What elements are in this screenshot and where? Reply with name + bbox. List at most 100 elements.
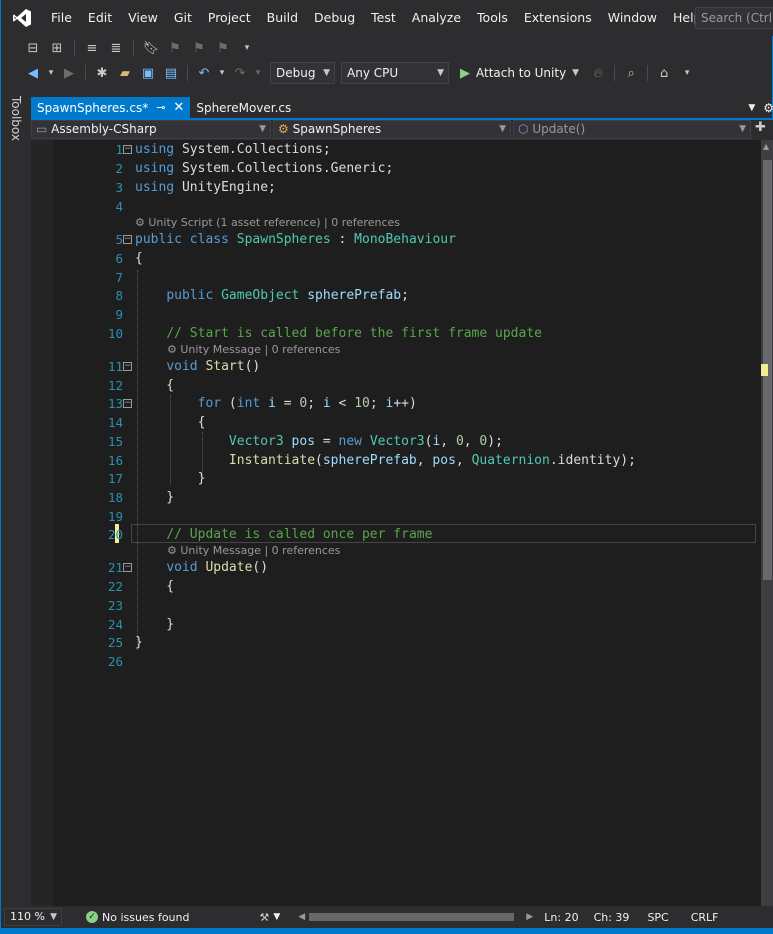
menu-view[interactable]: View (120, 0, 166, 36)
line-number: 2 (115, 161, 123, 176)
previous-bookmark-icon[interactable]: ⚑ (165, 38, 185, 58)
method-icon: ⬡ (518, 122, 529, 136)
collapse-icon[interactable]: − (123, 399, 132, 408)
line-number: 8 (115, 288, 123, 303)
quick-info-icon[interactable]: ⊟ (23, 38, 43, 58)
uncomment-lines-icon[interactable]: ≣ (106, 38, 126, 58)
issues-indicator[interactable]: ✓ No issues found (86, 911, 189, 924)
menu-tools[interactable]: Tools (469, 0, 516, 36)
menu-test[interactable]: Test (363, 0, 404, 36)
code-line: { (135, 579, 175, 594)
line-number: 16 (107, 453, 123, 468)
line-indicator[interactable]: Ln: 20 (544, 911, 578, 924)
visual-studio-window: File Edit View Git Project Build Debug T… (0, 0, 773, 934)
code-line: public GameObject spherePrefab; (166, 288, 409, 303)
menu-project[interactable]: Project (200, 0, 259, 36)
collapse-icon[interactable]: − (123, 362, 132, 371)
project-dropdown[interactable]: ▭ Assembly-CSharp ▼ (31, 120, 271, 139)
code-editor[interactable]: 1 2 3 4 5 6 7 8 9 10 11 12 13 14 15 16 1… (31, 140, 773, 906)
scroll-right-arrow-icon[interactable]: ▶ (526, 912, 533, 922)
redo-icon[interactable]: ↷ (230, 63, 250, 83)
tab-spawnspheres[interactable]: SpawnSpheres.cs* ⊸ ✕ (31, 97, 191, 118)
spacing-indicator[interactable]: SPC (647, 911, 668, 924)
line-number: 19 (107, 509, 123, 524)
solution-platform-dropdown[interactable]: Any CPU ▼ (341, 62, 449, 84)
code-line: { (135, 251, 143, 266)
visual-studio-logo-icon[interactable] (1, 0, 43, 36)
toolbar-separator (614, 65, 616, 81)
navigate-back-icon[interactable]: ◀ (23, 63, 43, 83)
collapse-icon[interactable]: − (123, 563, 132, 572)
open-file-icon[interactable]: ▰ (115, 63, 135, 83)
line-number: 17 (107, 471, 123, 486)
parameter-info-icon[interactable]: ⊞ (47, 38, 67, 58)
scroll-left-arrow-icon[interactable]: ◀ (298, 912, 305, 922)
code-line: // Start is called before the first fram… (166, 326, 542, 341)
code-line: public class SpawnSpheres : MonoBehaviou… (135, 232, 456, 247)
type-value: SpawnSpheres (292, 122, 382, 136)
scroll-up-arrow-icon[interactable]: ▲ (763, 142, 769, 151)
horizontal-scrollbar-thumb[interactable] (309, 913, 515, 921)
toolbar-overflow-icon[interactable]: ▾ (677, 63, 697, 83)
chevron-down-icon[interactable]: ▼ (572, 68, 579, 78)
brush-icon[interactable]: ⚒ (259, 911, 269, 924)
bookmark-icon[interactable]: 🔖︎ (141, 38, 161, 58)
toolbar-overflow-icon[interactable]: ▾ (237, 38, 257, 58)
column-indicator[interactable]: Ch: 39 (594, 911, 630, 924)
redo-dropdown-icon[interactable]: ▾ (253, 63, 263, 83)
find-in-files-icon[interactable]: ⌕ (621, 63, 641, 83)
save-all-icon[interactable]: ▤ (161, 63, 181, 83)
pin-icon[interactable]: ⊸ (156, 98, 165, 118)
comment-lines-icon[interactable]: ≡ (82, 38, 102, 58)
chevron-down-icon[interactable]: ▼ (273, 912, 280, 922)
line-number: 3 (115, 180, 123, 195)
menu-bar: File Edit View Git Project Build Debug T… (1, 0, 773, 36)
type-dropdown[interactable]: ⚙ SpawnSpheres ▼ (273, 120, 511, 139)
window-status-strip (1, 928, 773, 934)
menu-window[interactable]: Window (600, 0, 665, 36)
codelens-start[interactable]: ⚙ Unity Message | 0 references (167, 343, 340, 356)
line-ending-indicator[interactable]: CRLF (691, 911, 719, 924)
search-input[interactable]: Search (Ctrl+Q) (695, 7, 773, 29)
toolbox-side-panel (1, 92, 31, 912)
horizontal-scrollbar[interactable]: ◀ ▶ (298, 910, 534, 924)
undo-icon[interactable]: ↶ (194, 63, 214, 83)
undo-dropdown-icon[interactable]: ▾ (217, 63, 227, 83)
unity-icon: ⚙ (167, 343, 181, 356)
codelens-update[interactable]: ⚙ Unity Message | 0 references (167, 544, 340, 557)
tab-spheremover[interactable]: SphereMover.cs (190, 97, 297, 118)
gear-icon[interactable]: ⚙ (763, 101, 773, 115)
tab-list-dropdown-icon[interactable]: ▼ (748, 103, 755, 113)
new-project-icon[interactable]: ✱ (92, 63, 112, 83)
member-dropdown[interactable]: ⬡ Update() ▼ (513, 120, 751, 139)
collapse-icon[interactable]: − (123, 235, 132, 244)
toolbar-separator (85, 65, 86, 81)
menu-build[interactable]: Build (259, 0, 306, 36)
menu-file[interactable]: File (43, 0, 80, 36)
menu-edit[interactable]: Edit (80, 0, 120, 36)
close-icon[interactable]: ✕ (173, 98, 184, 118)
menu-debug[interactable]: Debug (306, 0, 363, 36)
hot-reload-icon[interactable]: 🔥︎ (588, 63, 608, 83)
back-dropdown-icon[interactable]: ▾ (46, 63, 56, 83)
navigate-forward-icon[interactable]: ▶ (59, 63, 79, 83)
browser-link-icon[interactable]: ⌂ (654, 63, 674, 83)
solution-configuration-dropdown[interactable]: Debug ▼ (270, 62, 335, 84)
code-line: using System.Collections; (135, 142, 331, 157)
zoom-value: 110 % (10, 910, 45, 923)
split-window-icon[interactable]: ✚ (755, 120, 766, 140)
vertical-scrollbar[interactable]: ▲ (761, 140, 773, 906)
attach-to-unity-button[interactable]: ▶ Attach to Unity ▼ (460, 62, 579, 84)
toolbox-tab[interactable]: Toolbox (9, 96, 23, 141)
collapse-icon[interactable]: − (123, 145, 132, 154)
code-line: void Update() (166, 560, 269, 575)
code-line: // Update is called once per frame (166, 527, 433, 542)
save-icon[interactable]: ▣ (138, 63, 158, 83)
clear-bookmarks-icon[interactable]: ⚑ (213, 38, 233, 58)
menu-analyze[interactable]: Analyze (404, 0, 469, 36)
menu-git[interactable]: Git (166, 0, 200, 36)
zoom-dropdown[interactable]: 110 % ▼ (4, 908, 62, 926)
menu-extensions[interactable]: Extensions (516, 0, 600, 36)
codelens-class[interactable]: ⚙ Unity Script (1 asset reference) | 0 r… (135, 216, 400, 229)
next-bookmark-icon[interactable]: ⚑ (189, 38, 209, 58)
